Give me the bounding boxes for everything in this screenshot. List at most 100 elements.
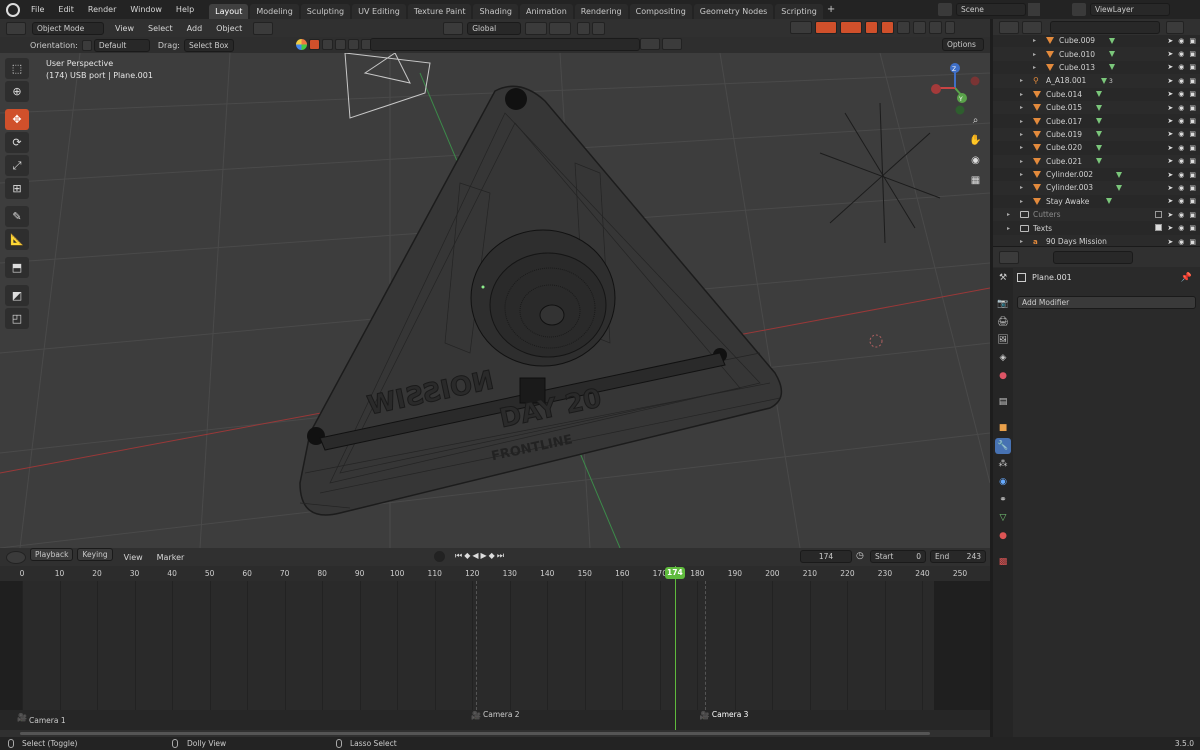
select-arrow-icon[interactable]: ➤ [1167,157,1173,165]
snap-icon[interactable] [525,21,548,35]
outliner-row[interactable]: ▸ Cube.021 ➤ ◉ ▣ [993,154,1200,168]
physics-tab-icon[interactable]: ◉ [995,474,1011,490]
visibility-icon[interactable] [790,21,812,34]
rotate-tool-icon[interactable]: ⟳ [5,132,29,153]
gizmo-toggle-icon[interactable] [815,21,837,34]
render-camera-icon[interactable]: ▣ [1189,90,1196,98]
light-object[interactable] [819,102,941,244]
expand-arrow-icon[interactable]: ▸ [1020,118,1023,125]
render-camera-icon[interactable]: ▣ [1189,104,1196,112]
data-tab-icon[interactable]: ▽ [995,510,1011,526]
outliner-editor-icon[interactable] [999,20,1019,34]
render-camera-icon[interactable]: ▣ [1189,63,1196,71]
pan-hand-icon[interactable]: ✋ [968,135,983,150]
transform-orientation-dropdown[interactable]: Global [467,21,522,35]
expand-arrow-icon[interactable]: ▸ [1020,171,1023,178]
expand-arrow-icon[interactable]: ▸ [1033,51,1036,58]
expand-arrow-icon[interactable]: ▸ [1020,184,1023,191]
zoom-icon[interactable]: ⌕ [968,115,983,130]
outliner-search-input[interactable] [1050,20,1160,34]
render-tab-icon[interactable]: 📷 [995,296,1011,312]
camera-object[interactable] [344,53,431,119]
object-tab-icon[interactable]: ■ [995,420,1011,436]
navigation-gizmo[interactable]: Z Y [931,63,980,115]
outliner-row[interactable]: ▸ Cube.020 ➤ ◉ ▣ [993,141,1200,154]
xray-toggle-icon[interactable] [865,21,878,34]
expand-arrow-icon[interactable]: ▸ [1020,104,1023,111]
menu-render[interactable]: Render [81,0,123,19]
orientation-dropdown[interactable]: Default [93,38,150,52]
expand-arrow-icon[interactable]: ▸ [1020,91,1023,98]
rendered-shading-icon[interactable] [929,21,942,34]
wireframe-shading-icon[interactable] [881,21,894,34]
add-modifier-button[interactable]: Add Modifier [1017,296,1196,309]
expand-arrow-icon[interactable]: ▸ [1033,64,1036,71]
eye-icon[interactable]: ◉ [1178,184,1184,192]
solid-shading-icon[interactable] [897,21,910,34]
cylinder-mesh[interactable] [470,229,616,367]
tab-layout[interactable]: Layout [209,4,249,19]
end-frame-field[interactable]: End 243 [930,550,986,563]
constraints-tab-icon[interactable]: ⚭ [995,492,1011,508]
expand-arrow-icon[interactable]: ▸ [1020,198,1023,205]
particles-tab-icon[interactable]: ⁂ [995,456,1011,472]
playhead-badge[interactable]: 174 [664,567,685,579]
transform-tool-icon[interactable]: ⊞ [5,178,29,199]
color-wheel-icon[interactable] [296,39,307,50]
view-options-icon[interactable] [253,21,274,35]
menu-file[interactable]: File [24,0,51,19]
expand-arrow-icon[interactable]: ▸ [1007,211,1010,218]
camera-marker-icon[interactable]: 🎥 [700,711,710,720]
outliner-row[interactable]: ▸ Cylinder.002 ➤ ◉ ▣ [993,168,1200,181]
outliner-row[interactable]: ▸ Cube.013 ➤ ◉ ▣ [993,61,1200,74]
editor-type-icon[interactable] [6,21,26,35]
eye-icon[interactable]: ◉ [1178,50,1184,58]
loop-tool-icon[interactable]: ◰ [5,308,29,329]
properties-editor-icon[interactable] [999,250,1019,264]
select-mode-4-icon[interactable] [348,39,359,50]
eye-icon[interactable]: ◉ [1178,238,1184,246]
timeline-menu-view[interactable]: View [117,548,150,567]
select-mode-3-icon[interactable] [335,39,346,50]
output-tab-icon[interactable]: 🖨 [995,314,1011,330]
camera-marker-icon[interactable]: 🎥 [471,711,481,720]
outliner-row[interactable]: ▸ Cube.019 ➤ ◉ ▣ [993,127,1200,142]
select-arrow-icon[interactable]: ➤ [1167,104,1173,112]
outliner-row[interactable]: ⚲ ▸ A_A18.001 3 ➤ ◉ ▣ [993,74,1200,88]
eye-icon[interactable]: ◉ [1178,157,1184,165]
exclude-checkbox[interactable] [1155,224,1163,232]
outliner-row[interactable]: ▸ Cube.009 ➤ ◉ ▣ [993,34,1200,47]
expand-arrow-icon[interactable]: ▸ [1033,37,1036,44]
transform-pivot-icon[interactable] [443,21,464,35]
current-frame-field[interactable]: 174 [800,550,852,563]
orientation-icon[interactable] [81,39,92,51]
options-dropdown[interactable]: Options [942,38,984,51]
measure-tool-icon[interactable]: 📐 [5,229,29,250]
viewport-canvas[interactable]: NOISSIW DAY 20 FRONTLINE Z Y [0,53,990,548]
eye-icon[interactable]: ◉ [1178,117,1184,125]
viewport-menu-add[interactable]: Add [180,19,210,38]
timeline-menu-keying[interactable]: Keying [77,547,113,561]
drag-dropdown[interactable]: Select Box [183,38,234,52]
render-camera-icon[interactable]: ▣ [1189,184,1196,192]
select-arrow-icon[interactable]: ➤ [1167,63,1173,71]
tool-tab-icon[interactable]: ⚒ [995,270,1011,286]
mode-selector[interactable]: Object Mode [32,21,104,35]
select-arrow-icon[interactable]: ➤ [1167,184,1173,192]
tab-rendering[interactable]: Rendering [574,4,628,19]
tab-uv-editing[interactable]: UV Editing [352,4,406,19]
outliner-row[interactable]: ▸ Cube.017 ➤ ◉ ▣ [993,114,1200,127]
viewlayer-selector[interactable]: ViewLayer [1090,3,1170,16]
eye-icon[interactable]: ◉ [1178,224,1184,232]
render-camera-icon[interactable]: ▣ [1189,238,1196,246]
overlays-toggle-icon[interactable] [840,21,862,34]
camera-view-icon[interactable]: ◉ [968,155,983,170]
eye-icon[interactable]: ◉ [1178,90,1184,98]
snap-target-icon[interactable] [549,21,572,35]
clock-icon[interactable]: ◷ [856,551,864,561]
select-mode-1-icon[interactable] [309,39,320,50]
eye-icon[interactable]: ◉ [1178,211,1184,219]
outliner-display-icon[interactable] [1022,20,1042,34]
tab-scripting[interactable]: Scripting [775,4,823,19]
expand-arrow-icon[interactable]: ▸ [1020,144,1023,151]
